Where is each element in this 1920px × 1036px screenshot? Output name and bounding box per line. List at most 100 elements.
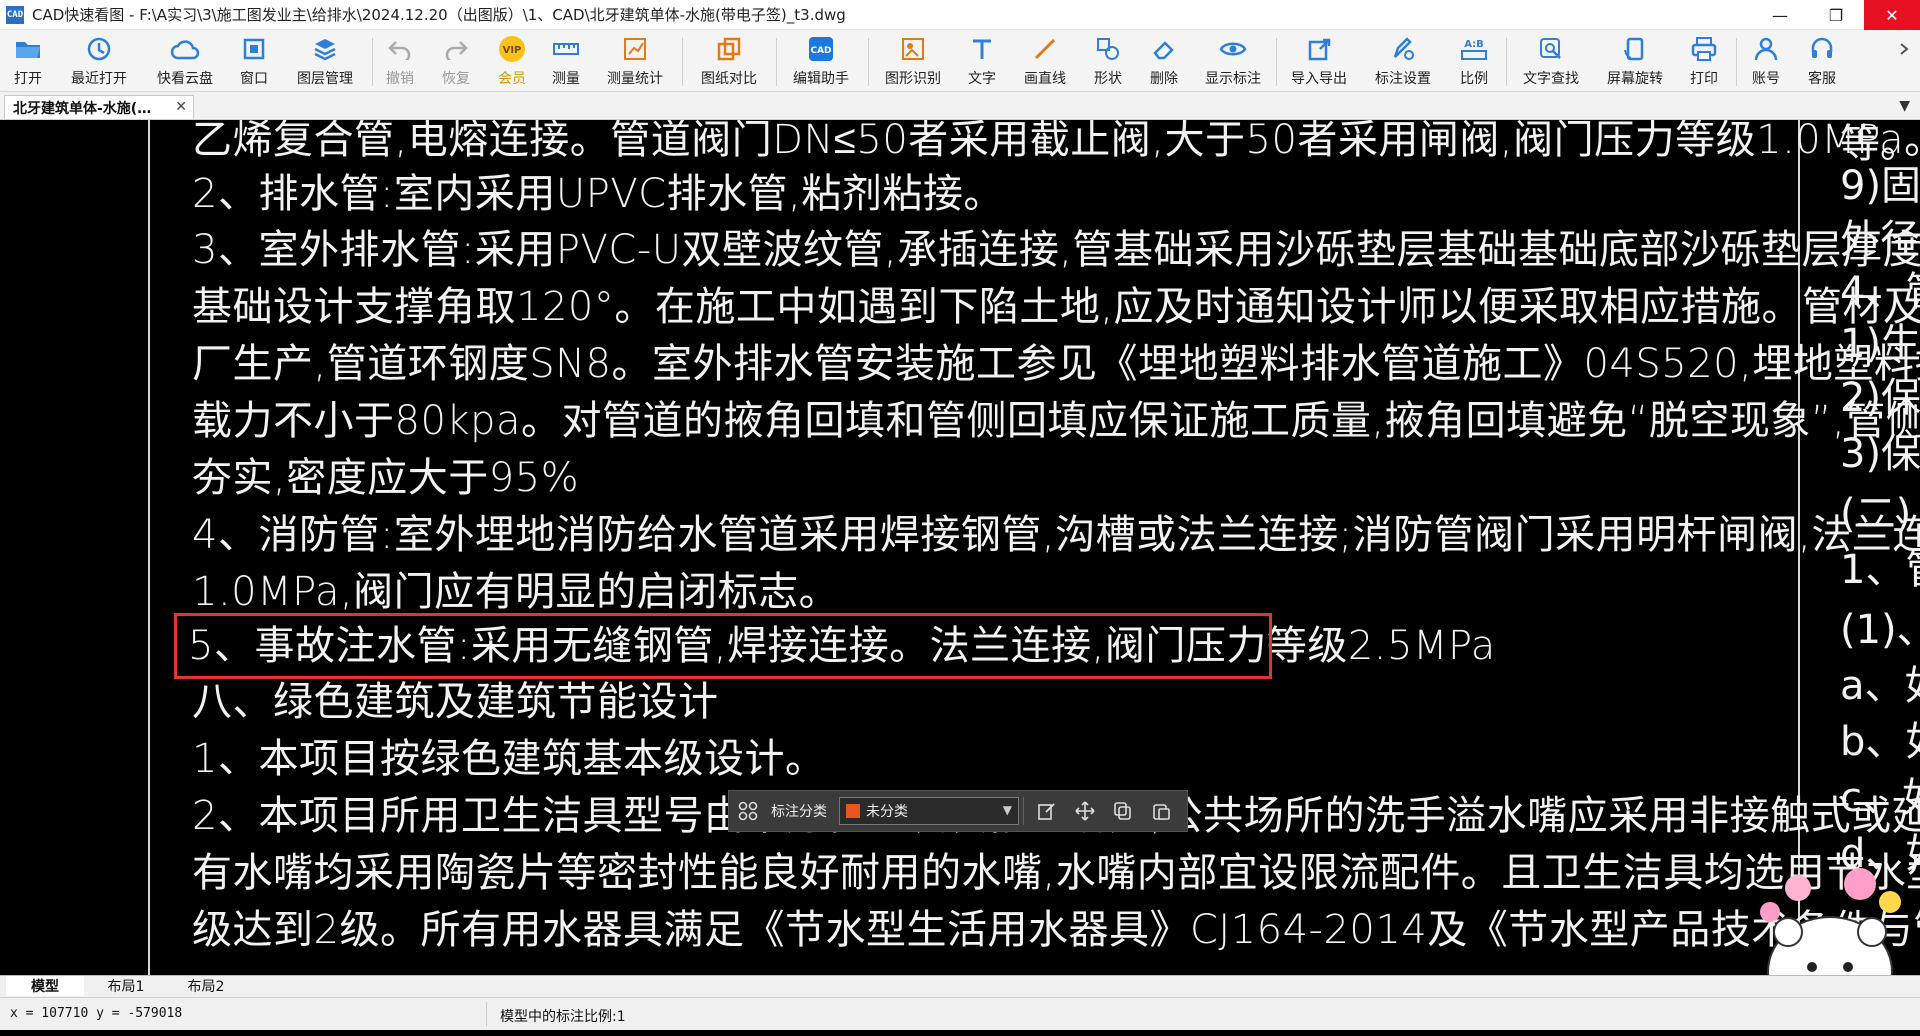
layer-manager-button[interactable]: 图层管理	[292, 34, 358, 90]
drawing-text-line: 3、室外排水管:采用PVC-U双壁波纹管,承插连接,管基础采用沙砾垫层基础基础底…	[192, 227, 1920, 273]
compare-icon	[714, 34, 744, 64]
right-column-text: 4、管	[1840, 269, 1920, 315]
printer-icon	[1689, 34, 1719, 64]
text-button[interactable]: 文字	[964, 34, 1000, 90]
eye-icon	[1218, 34, 1248, 64]
window-title: CAD快速看图 - F:\A实习\3\施工图发业主\给排水\2024.12.20…	[32, 6, 846, 24]
drawing-text-line: 1.0MPa,阀门应有明显的启闭标志。	[192, 569, 840, 615]
vip-button[interactable]: VIP 会员	[494, 34, 530, 90]
scale-icon: A:B	[1459, 34, 1489, 64]
measure-button[interactable]: 测量	[548, 34, 584, 90]
right-column-text: 1、管	[1840, 547, 1920, 593]
drawing-text-line: 乙烯复合管,电熔连接。管道阀门DN≤50者采用截止阀,大于50者采用闸阀,阀门压…	[192, 120, 1920, 163]
shape-button[interactable]: 形状	[1090, 34, 1126, 90]
grid-apps-icon[interactable]	[735, 798, 761, 824]
toolbar-divider	[682, 38, 683, 86]
status-bar: x = 107710 y = -579018 模型中的标注比例:1	[0, 997, 1920, 1030]
toolbar-divider	[372, 38, 373, 86]
measure-stats-icon	[620, 34, 650, 64]
document-tab-label: 北牙建筑单体-水施(…	[13, 100, 152, 117]
rotate-screen-icon	[1620, 34, 1650, 64]
edit-assistant-icon: CAD	[806, 34, 836, 64]
annotation-settings-button[interactable]: 标注设置	[1370, 34, 1436, 90]
annotation-category-select[interactable]: 未分类 ▼	[839, 797, 1019, 825]
minimize-button[interactable]: —	[1752, 0, 1808, 30]
document-tab[interactable]: 北牙建筑单体-水施(… ✕	[4, 95, 194, 119]
tab-model[interactable]: 模型	[6, 976, 84, 996]
svg-text:CAD: CAD	[810, 46, 831, 56]
annotation-category-value: 未分类	[866, 804, 908, 820]
shape-icon	[1093, 34, 1123, 64]
tab-list-arrow-icon[interactable]: ▼	[1899, 98, 1910, 114]
drawing-compare-button[interactable]: 图纸对比	[696, 34, 762, 90]
annotation-category-label: 标注分类	[771, 804, 827, 820]
chevron-down-icon: ▼	[1002, 803, 1012, 817]
cloud-icon	[170, 34, 200, 64]
headset-icon	[1807, 34, 1837, 64]
move-icon[interactable]	[1072, 798, 1098, 824]
right-column-text: 9)固	[1840, 163, 1920, 209]
show-annotation-button[interactable]: 显示标注	[1200, 34, 1266, 90]
undo-button[interactable]: 撤销	[382, 34, 418, 90]
copy-icon[interactable]	[1110, 798, 1136, 824]
text-search-icon	[1536, 34, 1566, 64]
toolbar-divider	[868, 38, 869, 86]
drawing-text-line: 4、消防管:室外埋地消防给水管道采用焊接钢管,沟槽或法兰连接;消防管阀门采用明杆…	[192, 512, 1920, 558]
drawing-text-line: 基础设计支撑角取120°。在施工中如遇到下陷土地,应及时通知设计师以便采取相应措…	[192, 284, 1920, 330]
right-column-text: (二)	[1840, 491, 1912, 537]
customer-service-button[interactable]: 客服	[1804, 34, 1840, 90]
scale-button[interactable]: A:B 比例	[1456, 34, 1492, 90]
tab-layout-2[interactable]: 布局2	[168, 976, 244, 996]
window-button[interactable]: 窗口	[236, 34, 272, 90]
maximize-button[interactable]: ❐	[1808, 0, 1864, 30]
text-search-button[interactable]: 文字查找	[1518, 34, 1584, 90]
right-column-text: 2)保	[1840, 375, 1920, 421]
recent-open-button[interactable]: 最近打开	[64, 34, 134, 90]
import-export-icon	[1304, 34, 1334, 64]
tab-layout-1[interactable]: 布局1	[88, 976, 164, 996]
open-button[interactable]: 打开	[8, 34, 48, 90]
toolbar-divider	[1506, 38, 1507, 86]
annotation-settings-icon	[1388, 34, 1418, 64]
vip-icon: VIP	[497, 34, 527, 64]
svg-text:A:B: A:B	[1464, 39, 1484, 50]
toolbar-divider	[1736, 38, 1737, 86]
text-icon	[967, 34, 997, 64]
toolbar-divider	[1276, 38, 1277, 86]
right-column-text: 等。	[1840, 121, 1920, 167]
drawing-text-line: 1、本项目按绿色建筑基本级设计。	[192, 736, 826, 782]
window-icon	[239, 34, 269, 64]
history-icon	[84, 34, 114, 64]
draw-line-button[interactable]: 画直线	[1020, 34, 1070, 90]
drawing-canvas[interactable]: 乙烯复合管,电熔连接。管道阀门DN≤50者采用截止阀,大于50者采用闸阀,阀门压…	[0, 120, 1920, 975]
right-column-text: (1)、	[1840, 607, 1920, 653]
rotate-screen-button[interactable]: 屏幕旋转	[1602, 34, 1668, 90]
right-column-text: 1)生	[1840, 321, 1920, 367]
redo-button[interactable]: 恢复	[438, 34, 474, 90]
print-button[interactable]: 打印	[1686, 34, 1722, 90]
import-export-button[interactable]: 导入导出	[1286, 34, 1352, 90]
cloud-drive-button[interactable]: 快看云盘	[150, 34, 220, 90]
delete-button[interactable]: 删除	[1146, 34, 1182, 90]
highlight-rectangle	[174, 613, 1272, 679]
edit-icon[interactable]	[1034, 798, 1060, 824]
account-button[interactable]: 账号	[1748, 34, 1784, 90]
redo-icon	[441, 34, 471, 64]
main-toolbar: 打开 最近打开 快看云盘 窗口 图层管理 撤销 恢复 VIP 会员 测量 测量统…	[0, 30, 1920, 92]
layers-icon	[310, 34, 340, 64]
right-column-text: 3)保	[1840, 431, 1920, 477]
right-column-text: c、如	[1840, 775, 1920, 821]
close-button[interactable]: ✕	[1864, 0, 1920, 30]
status-divider	[486, 1002, 487, 1026]
shape-recognize-button[interactable]: 图形识别	[880, 34, 946, 90]
toolbar-divider	[776, 38, 777, 86]
measure-stats-button[interactable]: 测量统计	[602, 34, 668, 90]
toolbar-overflow-button[interactable]	[1896, 34, 1912, 90]
shape-recognize-icon	[898, 34, 928, 64]
edit-assistant-button[interactable]: CAD 编辑助手	[788, 34, 854, 90]
line-icon	[1030, 34, 1060, 64]
layout-tabs-bar: 模型 布局1 布局2	[0, 975, 1920, 997]
close-tab-icon[interactable]: ✕	[175, 99, 187, 115]
paste-icon[interactable]	[1148, 798, 1174, 824]
drawing-text-line: 2、排水管:室内采用UPVC排水管,粘剂粘接。	[192, 171, 1004, 217]
